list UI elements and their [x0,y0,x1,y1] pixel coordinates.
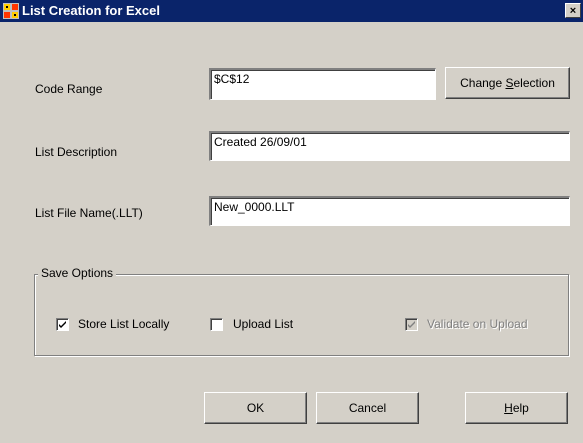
save-options-group [34,274,569,356]
code-range-field[interactable]: $C$12 [209,68,436,100]
checkmark-icon [59,321,66,328]
change-selection-button[interactable]: Change Selection [445,67,570,99]
help-button[interactable]: Help [465,392,568,424]
help-label: Help [504,401,529,415]
close-button[interactable]: × [565,3,581,18]
close-icon: × [569,5,577,17]
cancel-label: Cancel [348,401,387,415]
validate-upload-checkbox[interactable] [405,318,418,331]
upload-list-label[interactable]: Upload List [233,317,293,331]
list-description-label: List Description [35,145,118,159]
save-options-legend: Save Options [38,266,117,280]
cancel-button[interactable]: Cancel [316,392,419,424]
change-selection-label: Change Selection [460,76,555,90]
list-description-field[interactable]: Created 26/09/01 [209,131,570,161]
store-locally-checkbox[interactable] [56,318,69,331]
store-locally-label[interactable]: Store List Locally [78,317,169,331]
list-file-name-field[interactable]: New_0000.LLT [209,196,570,226]
code-range-label: Code Range [35,82,103,96]
window-title: List Creation for Excel [22,3,160,18]
ok-label: OK [246,401,265,415]
validate-upload-label: Validate on Upload [427,317,528,331]
checkmark-icon [408,321,415,328]
ok-button[interactable]: OK [204,392,307,424]
upload-list-checkbox[interactable] [210,318,223,331]
list-file-name-value: New_0000.LLT [214,200,295,214]
title-bar[interactable]: List Creation for Excel × [0,0,583,22]
excel-list-icon [3,3,19,19]
code-range-value: $C$12 [214,72,250,86]
list-description-value: Created 26/09/01 [214,135,307,149]
list-file-name-label: List File Name(.LLT) [35,206,143,220]
